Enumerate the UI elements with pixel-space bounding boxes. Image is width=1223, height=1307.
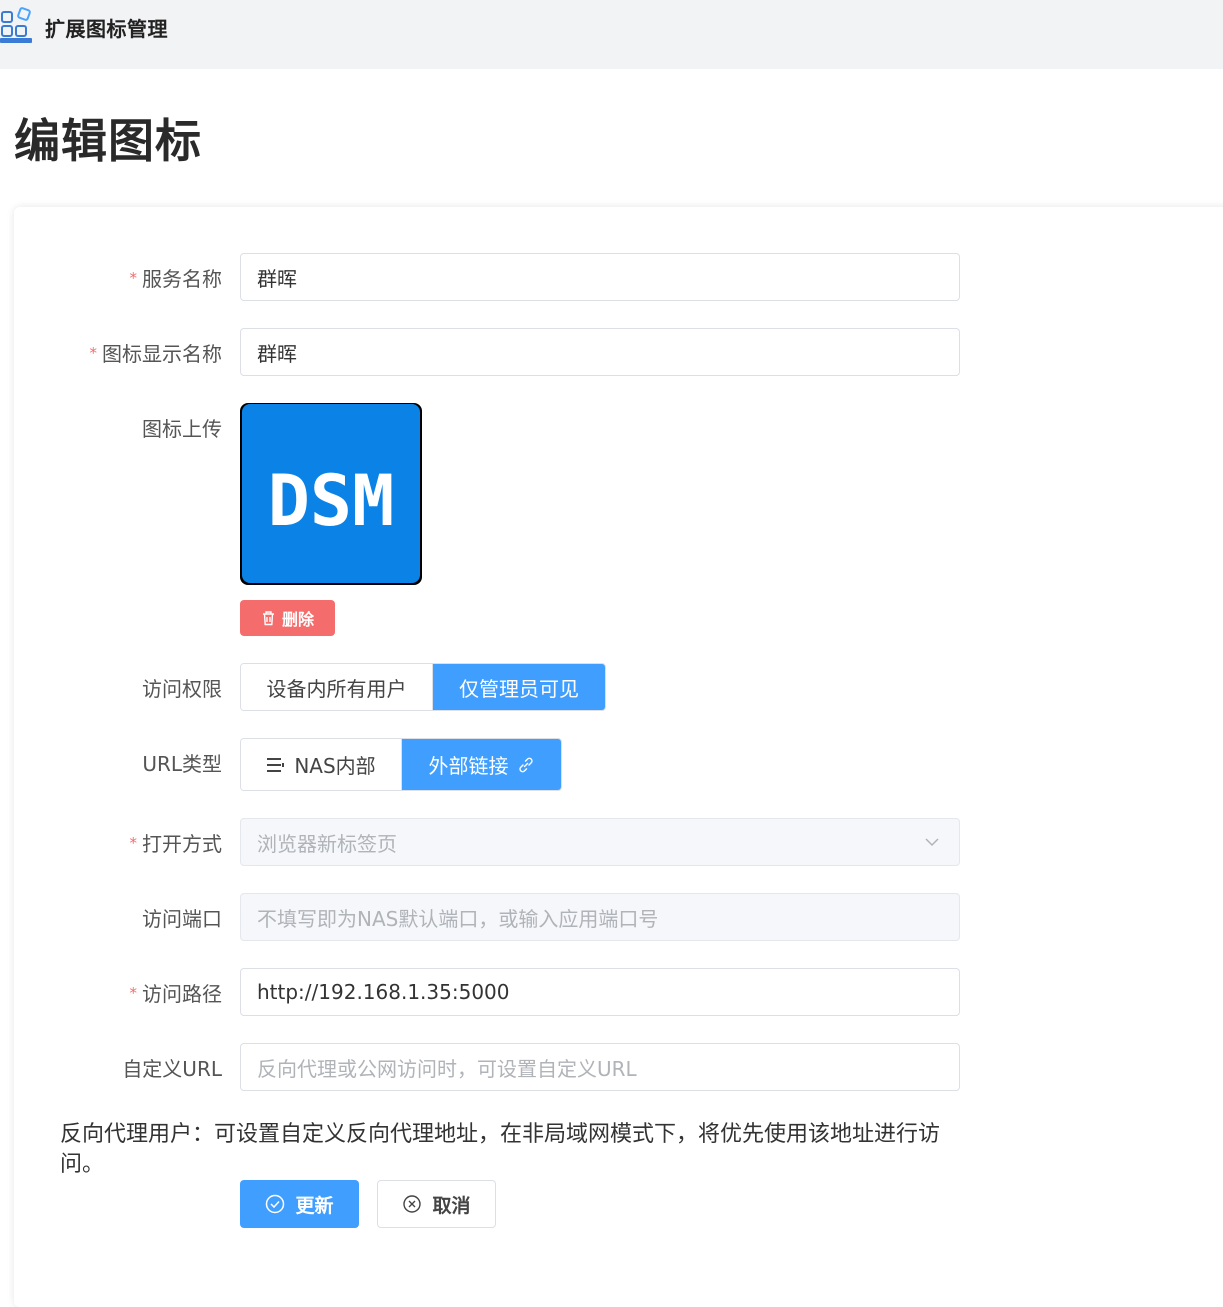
url-type-label: URL类型	[142, 752, 222, 776]
access-segmented: 设备内所有用户 仅管理员可见	[240, 663, 606, 711]
path-label: * 访问路径	[129, 982, 223, 1006]
app-header: 扩展图标管理	[0, 0, 1223, 69]
path-input[interactable]: http://192.168.1.35:5000	[240, 968, 960, 1016]
service-name-input[interactable]: 群晖	[240, 253, 960, 301]
service-name-label: * 服务名称	[129, 267, 223, 291]
access-option-all-users[interactable]: 设备内所有用户	[241, 664, 432, 710]
delete-button-label: 删除	[281, 610, 314, 629]
page-title: 编辑图标	[14, 114, 202, 168]
url-type-option-external[interactable]: 外部链接	[401, 739, 561, 790]
update-button[interactable]: 更新	[240, 1180, 359, 1228]
required-mark: *	[129, 834, 138, 852]
delete-icon-button[interactable]: 删除	[240, 600, 335, 636]
dsm-logo-icon: DSM	[268, 460, 394, 542]
svg-text:DSM: DSM	[268, 460, 394, 542]
link-icon	[518, 757, 533, 772]
chevron-down-icon	[925, 838, 939, 847]
display-name-input[interactable]: 群晖	[240, 328, 960, 376]
cancel-button[interactable]: 取消	[377, 1180, 496, 1228]
open-mode-select[interactable]: 浏览器新标签页	[240, 818, 960, 866]
reverse-proxy-note: 反向代理用户：可设置自定义反向代理地址，在非局域网模式下，将优先使用该地址进行访…	[60, 1122, 941, 1177]
required-mark: *	[129, 269, 138, 287]
required-mark: *	[129, 984, 138, 1002]
open-mode-value: 浏览器新标签页	[257, 831, 397, 856]
required-mark: *	[89, 344, 98, 362]
custom-url-input[interactable]: 反向代理或公网访问时，可设置自定义URL	[240, 1043, 960, 1091]
icon-preview-image[interactable]: DSM	[240, 403, 422, 585]
open-mode-label: * 打开方式	[129, 832, 223, 856]
menu-lines-icon	[267, 757, 285, 772]
grid-apps-icon	[0, 7, 32, 43]
access-label: 访问权限	[142, 677, 222, 701]
close-circle-icon	[403, 1195, 422, 1213]
check-circle-icon	[266, 1194, 285, 1214]
url-type-segmented: NAS内部 外部链接	[240, 738, 562, 791]
custom-url-label: 自定义URL	[122, 1057, 222, 1081]
port-label: 访问端口	[142, 907, 222, 931]
trash-icon	[262, 611, 274, 626]
access-option-admin-only[interactable]: 仅管理员可见	[431, 664, 605, 710]
port-input[interactable]: 不填写即为NAS默认端口，或输入应用端口号	[240, 893, 960, 941]
icon-upload-label: 图标上传	[142, 417, 222, 441]
url-type-option-nas[interactable]: NAS内部	[241, 739, 401, 790]
display-name-label: * 图标显示名称	[89, 342, 223, 366]
app-title: 扩展图标管理	[45, 17, 168, 41]
